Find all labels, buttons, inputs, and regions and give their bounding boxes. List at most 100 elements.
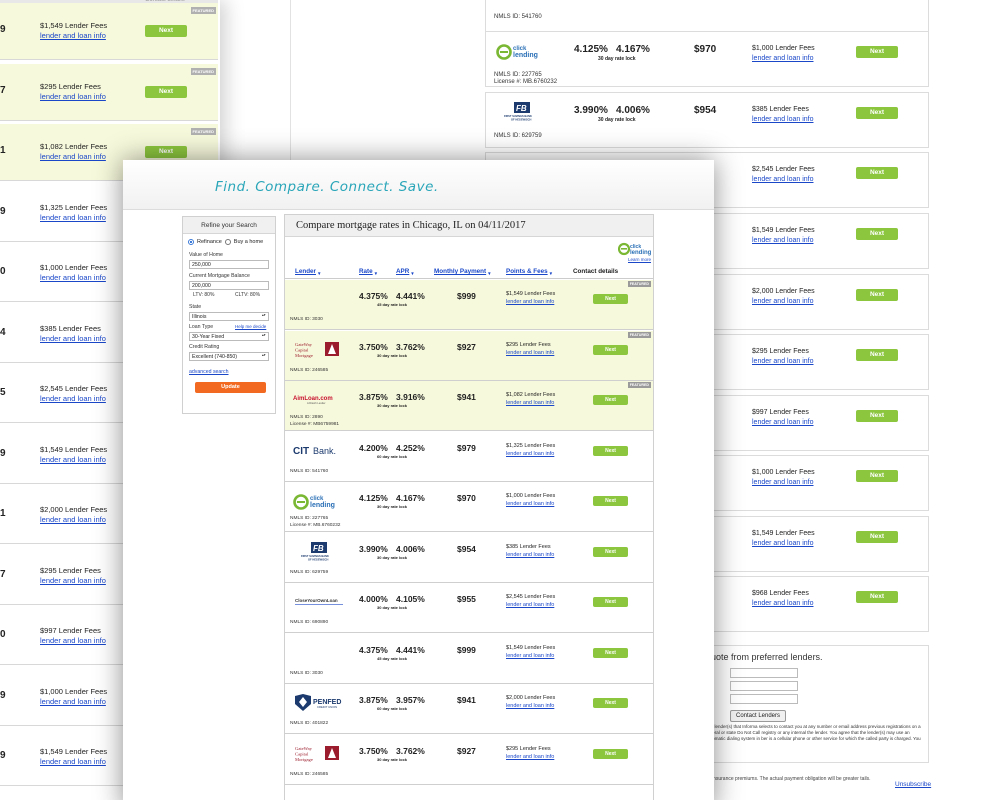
lender-info-link[interactable]: lender and loan info bbox=[506, 451, 554, 457]
lender-info-link[interactable]: lender and loan info bbox=[506, 400, 554, 406]
next-button[interactable]: Next bbox=[856, 531, 898, 543]
monthly-payment: $954 bbox=[457, 543, 476, 554]
lender-info-link[interactable]: lender and loan info bbox=[40, 515, 106, 524]
gateway-logo[interactable]: GateWayCapitalMortgage bbox=[293, 339, 349, 361]
fsb-logo[interactable]: FBFIRST SAVINGS BANKOF HEGEWISCH bbox=[293, 541, 349, 563]
next-button[interactable]: Next bbox=[593, 344, 628, 355]
help-me-decide-link[interactable]: Help me decide bbox=[235, 324, 266, 329]
lender-info-link[interactable]: lender and loan info bbox=[752, 600, 814, 607]
lender-info-link[interactable]: lender and loan info bbox=[40, 334, 106, 343]
gateway-logo[interactable]: GateWayCapitalMortgage bbox=[293, 743, 349, 765]
next-button[interactable]: Next bbox=[856, 349, 898, 361]
next-button[interactable]: Next bbox=[856, 410, 898, 422]
quote-input-1[interactable] bbox=[730, 668, 798, 678]
next-button[interactable]: Next bbox=[593, 294, 628, 304]
lender-info-link[interactable]: lender and loan info bbox=[40, 92, 106, 101]
left-row-fees: $2,545 Lender Fees lender and loan info bbox=[40, 384, 107, 404]
lender-info-link[interactable]: lender and loan info bbox=[40, 757, 106, 766]
lender-info-link[interactable]: lender and loan info bbox=[40, 576, 106, 585]
lender-info-link[interactable]: lender and loan info bbox=[506, 602, 554, 608]
lender-info-link[interactable]: lender and loan info bbox=[752, 237, 814, 244]
cit-logo[interactable]: CIT Bank. bbox=[293, 440, 349, 462]
credit-rating-select[interactable]: Excellent (740-850) bbox=[189, 352, 269, 361]
lender-fees: $1,549 Lender Fees bbox=[506, 644, 556, 651]
left-row-value: 9 bbox=[0, 447, 6, 459]
state-select[interactable]: Illinois bbox=[189, 312, 269, 321]
next-button[interactable]: Next bbox=[856, 107, 898, 119]
next-button[interactable]: Next bbox=[856, 228, 898, 240]
lender-info-link[interactable]: lender and loan info bbox=[752, 358, 814, 365]
unsubscribe-link[interactable]: Unsubscribe bbox=[895, 781, 931, 788]
next-button[interactable]: Next bbox=[145, 25, 187, 37]
sort-apr[interactable]: APR bbox=[396, 268, 409, 275]
loan-type-select[interactable]: 30-Year Fixed bbox=[189, 332, 269, 341]
next-button[interactable]: Next bbox=[856, 167, 898, 179]
lender-info-link[interactable]: lender and loan info bbox=[40, 31, 106, 40]
lender-info-link[interactable]: lender and loan info bbox=[506, 653, 554, 659]
next-button[interactable]: Next bbox=[145, 85, 187, 98]
quote-input-2[interactable] bbox=[730, 681, 798, 691]
learn-more-link[interactable]: Learn more bbox=[628, 257, 651, 262]
lender-row: FEATURED GateWay Capital Mortgage NMLS ID: 2… bbox=[285, 330, 653, 381]
lender-info-link[interactable]: lender and loan info bbox=[506, 754, 554, 760]
aimloan-logo[interactable]: AimLoan.comA Ditech Lender bbox=[293, 389, 349, 411]
advanced-search-link[interactable]: advanced search bbox=[189, 369, 229, 375]
contact-lenders-button[interactable]: Contact Lenders bbox=[730, 710, 786, 722]
sort-arrow-icon: ▼ bbox=[487, 271, 492, 276]
refinance-radio[interactable] bbox=[188, 239, 194, 245]
next-button[interactable]: Next bbox=[593, 698, 628, 708]
eclick-lending-sponsor-logo[interactable]: click lending bbox=[618, 241, 652, 257]
lender-info-link[interactable]: lender and loan info bbox=[752, 479, 814, 486]
lender-logo: AimLoan.com A Ditech Lender bbox=[293, 389, 349, 411]
svg-text:lending: lending bbox=[513, 52, 538, 59]
quote-input-3[interactable] bbox=[730, 694, 798, 704]
next-button[interactable]: Next bbox=[593, 748, 628, 759]
lender-info-link[interactable]: lender and loan info bbox=[40, 273, 106, 282]
lender-info-link[interactable]: lender and loan info bbox=[40, 152, 106, 161]
lender-info-link[interactable]: lender and loan info bbox=[752, 55, 814, 62]
next-button[interactable]: Next bbox=[856, 289, 898, 301]
fsb-logo[interactable]: FBFIRST SAVINGS BANKOF HEGEWISCH bbox=[496, 101, 552, 123]
lender-info-link[interactable]: lender and loan info bbox=[40, 213, 106, 222]
next-button[interactable]: Next bbox=[593, 546, 628, 557]
update-button[interactable]: Update bbox=[195, 382, 266, 393]
penfed-logo[interactable]: PENFEDCREDIT UNION bbox=[293, 692, 349, 714]
sort-rate[interactable]: Rate bbox=[359, 268, 373, 275]
lender-info-link[interactable]: lender and loan info bbox=[752, 540, 814, 547]
lender-info-link[interactable]: lender and loan info bbox=[506, 350, 554, 356]
lender-info-link[interactable]: lender and loan info bbox=[40, 636, 106, 645]
sort-points-fees[interactable]: Points & Fees bbox=[506, 268, 548, 275]
lender-info-link[interactable]: lender and loan info bbox=[40, 455, 106, 464]
next-button[interactable]: Next bbox=[856, 470, 898, 482]
lender-info-link[interactable]: lender and loan info bbox=[506, 299, 554, 305]
lender-info-link[interactable]: lender and loan info bbox=[506, 501, 554, 507]
buy-home-radio[interactable] bbox=[224, 239, 231, 245]
rate-value: 3.750% bbox=[359, 341, 388, 352]
next-button[interactable]: Next bbox=[856, 591, 898, 603]
lender-info-link[interactable]: lender and loan info bbox=[752, 298, 814, 305]
results-panel: Compare mortgage rates in Chicago, IL on… bbox=[284, 214, 654, 800]
lender-info-link[interactable]: lender and loan info bbox=[752, 176, 814, 183]
balance-input[interactable]: 200,000 bbox=[189, 281, 269, 290]
lender-info-link[interactable]: lender and loan info bbox=[752, 419, 814, 426]
lender-info-link[interactable]: lender and loan info bbox=[40, 697, 106, 706]
next-button[interactable]: Next bbox=[856, 46, 898, 58]
nmls-id: NMLS ID: 629759 bbox=[494, 133, 542, 139]
next-button[interactable]: Next bbox=[593, 395, 628, 405]
lender-info-link[interactable]: lender and loan info bbox=[40, 394, 106, 403]
next-button[interactable]: Next bbox=[145, 146, 187, 158]
lender-info-link[interactable]: lender and loan info bbox=[506, 552, 554, 558]
lender-info-link[interactable]: lender and loan info bbox=[506, 703, 554, 709]
lender-info-link[interactable]: lender and loan info bbox=[752, 116, 814, 123]
closeyourown-logo[interactable]: CloseYourOwnLoan bbox=[293, 591, 349, 613]
sort-lender[interactable]: Lender bbox=[295, 268, 316, 275]
home-value-input[interactable]: 250,000 bbox=[189, 260, 269, 269]
next-button[interactable]: Next bbox=[593, 496, 628, 506]
next-button[interactable]: Next bbox=[593, 445, 628, 456]
eclick-logo[interactable]: clicklending bbox=[293, 490, 349, 512]
next-button[interactable]: Next bbox=[593, 647, 628, 658]
eclick-logo[interactable]: clicklending bbox=[496, 40, 552, 62]
sort-monthly-payment[interactable]: Monthly Payment bbox=[434, 268, 486, 275]
next-button[interactable]: Next bbox=[593, 597, 628, 607]
lender-fees: $1,082 Lender Fees bbox=[506, 392, 556, 398]
